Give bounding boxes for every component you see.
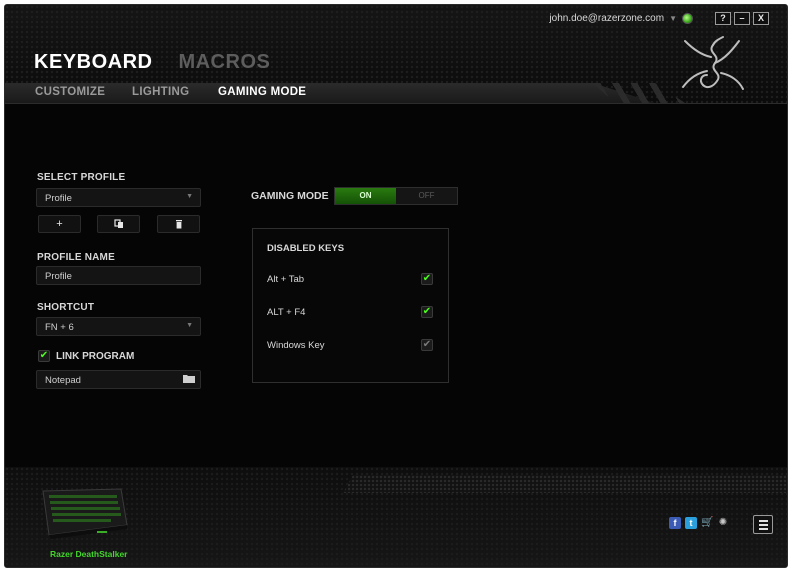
- gaming-mode-toggle[interactable]: ON OFF: [334, 187, 458, 205]
- key-row-alt-f4: ALT + F4 ✔: [267, 306, 433, 318]
- account-menu[interactable]: john.doe@razerzone.com ▼: [549, 13, 693, 24]
- alt-tab-checkbox[interactable]: ✔: [421, 273, 433, 285]
- razer-logo-icon: [682, 36, 744, 90]
- key-row-alt-tab: Alt + Tab ✔: [267, 273, 433, 285]
- tab-gaming-mode[interactable]: GAMING MODE: [218, 86, 306, 98]
- chevron-down-icon: ▼: [186, 322, 193, 329]
- profile-select-value: Profile: [45, 193, 72, 204]
- trash-icon: [175, 220, 182, 229]
- account-email[interactable]: john.doe@razerzone.com: [549, 13, 664, 24]
- gaming-mode-label: GAMING MODE: [251, 190, 329, 202]
- link-program-row: ✔ LINK PROGRAM: [38, 350, 134, 362]
- disabled-keys-panel: DISABLED KEYS Alt + Tab ✔ ALT + F4 ✔ Win…: [252, 228, 449, 383]
- keyboard-device-image[interactable]: [39, 485, 129, 541]
- tab-customize[interactable]: CUSTOMIZE: [35, 86, 132, 98]
- shortcut-select-value: FN + 6: [45, 322, 74, 333]
- chevron-down-icon[interactable]: ▼: [669, 14, 677, 23]
- program-path-input[interactable]: Notepad: [36, 370, 201, 389]
- disabled-keys-title: DISABLED KEYS: [267, 243, 345, 254]
- tab-keyboard[interactable]: KEYBOARD: [34, 51, 152, 74]
- key-row-windows-key: Windows Key ✔: [267, 339, 433, 351]
- device-name: Razer DeathStalker: [50, 549, 128, 559]
- social-links: f t 🛒 ✺: [669, 517, 729, 529]
- tab-lighting[interactable]: LIGHTING: [132, 86, 218, 98]
- close-button[interactable]: X: [753, 12, 769, 25]
- select-profile-label: SELECT PROFILE: [37, 172, 126, 183]
- divider: [5, 103, 787, 104]
- key-label: Windows Key: [267, 339, 325, 351]
- alt-f4-checkbox[interactable]: ✔: [421, 306, 433, 318]
- razer-icon[interactable]: ✺: [717, 517, 729, 529]
- toggle-on-option[interactable]: ON: [335, 188, 396, 204]
- profile-name-label: PROFILE NAME: [37, 252, 115, 263]
- windows-key-checkbox[interactable]: ✔: [421, 339, 433, 351]
- delete-profile-button[interactable]: [157, 215, 200, 233]
- minimize-button[interactable]: –: [734, 12, 750, 25]
- folder-icon[interactable]: [183, 374, 195, 383]
- shortcut-label: SHORTCUT: [37, 302, 95, 313]
- sub-tabs: CUSTOMIZE LIGHTING GAMING MODE: [35, 86, 306, 98]
- menu-icon: [758, 519, 768, 522]
- shortcut-select[interactable]: FN + 6 ▼: [36, 317, 201, 336]
- key-label: Alt + Tab: [267, 273, 305, 285]
- cart-icon[interactable]: 🛒: [701, 517, 713, 529]
- decorative-band: [343, 475, 787, 493]
- tab-macros[interactable]: MACROS: [178, 51, 270, 74]
- main-tabs: KEYBOARD MACROS: [34, 51, 270, 74]
- link-program-checkbox[interactable]: ✔: [38, 350, 50, 362]
- add-profile-button[interactable]: +: [38, 215, 81, 233]
- key-label: ALT + F4: [267, 306, 306, 318]
- online-status-icon: [682, 13, 693, 24]
- copy-profile-button[interactable]: [97, 215, 140, 233]
- facebook-icon[interactable]: f: [669, 517, 681, 529]
- chevron-down-icon: ▼: [186, 193, 193, 200]
- profile-name-input[interactable]: Profile: [36, 266, 201, 285]
- menu-button[interactable]: [753, 515, 773, 534]
- window-controls: ? – X: [715, 12, 769, 25]
- link-program-label: LINK PROGRAM: [56, 350, 135, 362]
- program-path-value: Notepad: [45, 375, 81, 386]
- toggle-off-option[interactable]: OFF: [396, 188, 457, 204]
- copy-icon: [113, 219, 123, 228]
- razer-synapse-window: john.doe@razerzone.com ▼ ? – X KEYBOARD …: [4, 4, 788, 568]
- profile-select[interactable]: Profile ▼: [36, 188, 201, 207]
- help-button[interactable]: ?: [715, 12, 731, 25]
- twitter-icon[interactable]: t: [685, 517, 697, 529]
